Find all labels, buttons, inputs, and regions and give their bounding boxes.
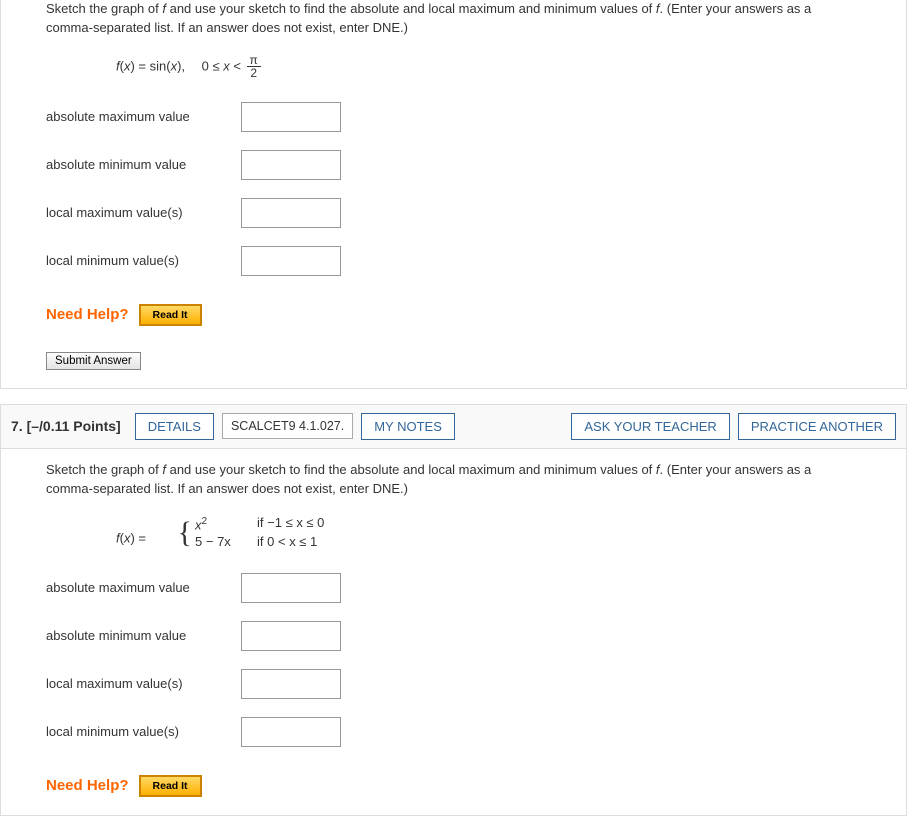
answer-row-locmin: local minimum value(s) xyxy=(46,246,861,276)
input-absmax[interactable] xyxy=(241,102,341,132)
read-it-button[interactable]: Read It xyxy=(139,775,202,797)
input-absmax[interactable] xyxy=(241,573,341,603)
question-prompt: Sketch the graph of f and use your sketc… xyxy=(46,461,861,499)
question-header: 7. [–/0.11 Points] DETAILS SCALCET9 4.1.… xyxy=(1,405,906,449)
label-absmax: absolute maximum value xyxy=(46,109,241,124)
input-locmin[interactable] xyxy=(241,246,341,276)
label-absmin: absolute minimum value xyxy=(46,628,241,643)
question-6: Sketch the graph of f and use your sketc… xyxy=(0,0,907,389)
details-button[interactable]: DETAILS xyxy=(135,413,214,440)
prompt-text: Sketch the graph of xyxy=(46,462,162,477)
input-absmin[interactable] xyxy=(241,150,341,180)
label-locmax: local maximum value(s) xyxy=(46,676,241,691)
need-help-label: Need Help? xyxy=(46,306,129,323)
answer-row-absmax: absolute maximum value xyxy=(46,573,861,603)
prompt-text: and use your sketch to find the absolute… xyxy=(166,462,656,477)
brace-icon: { xyxy=(178,519,192,546)
label-absmin: absolute minimum value xyxy=(46,157,241,172)
my-notes-button[interactable]: MY NOTES xyxy=(361,413,455,440)
label-locmin: local minimum value(s) xyxy=(46,724,241,739)
answer-row-absmax: absolute maximum value xyxy=(46,102,861,132)
answer-row-absmin: absolute minimum value xyxy=(46,150,861,180)
input-locmin[interactable] xyxy=(241,717,341,747)
input-locmax[interactable] xyxy=(241,198,341,228)
read-it-button[interactable]: Read It xyxy=(139,304,202,326)
label-locmax: local maximum value(s) xyxy=(46,205,241,220)
prompt-text: and use your sketch to find the absolute… xyxy=(166,1,656,16)
function-definition: f(x) = sin(x), 0 ≤ x < π2 xyxy=(116,54,861,80)
label-locmin: local minimum value(s) xyxy=(46,253,241,268)
function-definition: f(x) = { x2 if −1 ≤ x ≤ 0 5 − 7x if 0 < … xyxy=(116,515,861,551)
fraction: π2 xyxy=(247,54,261,80)
reference-label: SCALCET9 4.1.027. xyxy=(222,413,353,439)
need-help-row: Need Help? Read It xyxy=(46,775,861,797)
piecewise: { x2 if −1 ≤ x ≤ 0 5 − 7x if 0 < x ≤ 1 xyxy=(178,515,325,551)
ask-your-teacher-button[interactable]: ASK YOUR TEACHER xyxy=(571,413,729,440)
question-7: 7. [–/0.11 Points] DETAILS SCALCET9 4.1.… xyxy=(0,404,907,816)
answer-row-absmin: absolute minimum value xyxy=(46,621,861,651)
need-help-row: Need Help? Read It xyxy=(46,304,861,326)
label-absmax: absolute maximum value xyxy=(46,580,241,595)
submit-area: Submit Answer xyxy=(1,352,906,388)
need-help-label: Need Help? xyxy=(46,777,129,794)
input-locmax[interactable] xyxy=(241,669,341,699)
answer-row-locmax: local maximum value(s) xyxy=(46,669,861,699)
question-prompt: Sketch the graph of f and use your sketc… xyxy=(46,0,861,38)
input-absmin[interactable] xyxy=(241,621,341,651)
submit-answer-button[interactable]: Submit Answer xyxy=(46,352,141,370)
answer-row-locmin: local minimum value(s) xyxy=(46,717,861,747)
answer-row-locmax: local maximum value(s) xyxy=(46,198,861,228)
question-number: 7. [–/0.11 Points] xyxy=(11,418,121,434)
prompt-text: Sketch the graph of xyxy=(46,1,162,16)
practice-another-button[interactable]: PRACTICE ANOTHER xyxy=(738,413,896,440)
